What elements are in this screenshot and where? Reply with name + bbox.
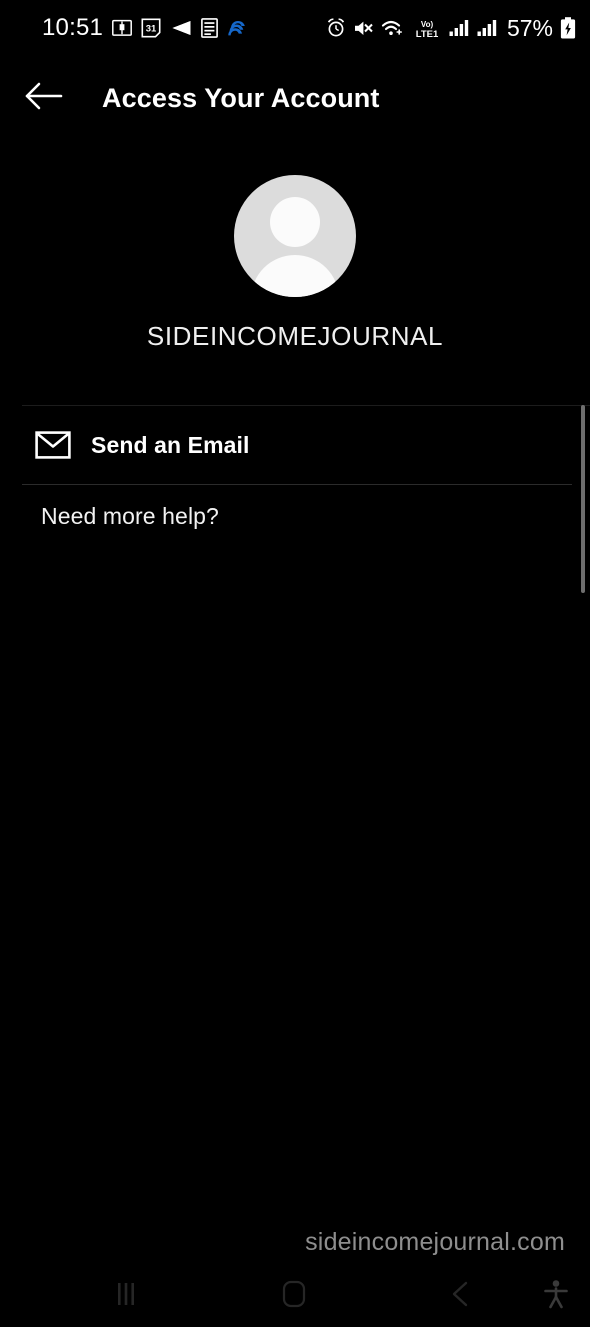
wifi-icon [381, 19, 405, 38]
nav-back-button[interactable] [430, 1265, 492, 1327]
back-arrow-icon [23, 80, 65, 117]
recents-icon [111, 1279, 141, 1314]
avatar-head-shape [270, 197, 320, 247]
nav-accessibility-button[interactable] [525, 1265, 587, 1327]
back-button[interactable] [8, 63, 80, 135]
page-title: Access Your Account [102, 83, 380, 113]
status-bar-left: 10:51 31 [42, 16, 248, 40]
accessibility-icon [541, 1278, 571, 1315]
battery-percent-label: 57% [506, 14, 553, 41]
rewind-notification-icon [170, 19, 192, 37]
profile-section: SIDEINCOMEJOURNAL [0, 175, 590, 352]
need-more-help-row[interactable]: Need more help? [0, 485, 590, 547]
status-bar: 10:51 31 Vo) LTE1 57% [0, 0, 590, 56]
svg-text:31: 31 [146, 24, 157, 35]
home-icon [277, 1277, 311, 1316]
signal-bars-sim1-icon [449, 19, 470, 37]
status-bar-right: Vo) LTE1 57% [326, 14, 576, 41]
calendar-31-icon: 31 [141, 18, 161, 38]
avatar-body-shape [251, 255, 339, 297]
book-notification-icon [112, 19, 133, 37]
cloud-app-icon [227, 19, 248, 38]
battery-icon [560, 17, 576, 39]
avatar [234, 175, 356, 297]
svg-text:Vo): Vo) [421, 20, 434, 29]
scrollbar-thumb[interactable] [581, 405, 585, 593]
document-notification-icon [201, 18, 218, 38]
need-more-help-label: Need more help? [41, 502, 219, 529]
chevron-left-icon [446, 1278, 476, 1315]
nav-home-button[interactable] [263, 1265, 325, 1327]
signal-bars-sim2-icon [477, 19, 498, 37]
nav-recents-button[interactable] [95, 1265, 157, 1327]
svg-text:LTE1: LTE1 [416, 29, 439, 39]
system-navigation-bar [0, 1265, 590, 1327]
site-watermark: sideincomejournal.com [305, 1228, 565, 1256]
send-an-email-label: Send an Email [91, 431, 250, 458]
envelope-icon [33, 425, 73, 465]
status-clock: 10:51 [42, 14, 104, 41]
account-username: SIDEINCOMEJOURNAL [146, 321, 444, 351]
scrollbar-track[interactable] [581, 150, 588, 1240]
volte-lte1-icon: Vo) LTE1 [412, 18, 442, 39]
alarm-icon [326, 18, 346, 38]
mute-icon [353, 19, 374, 38]
app-header: Access Your Account [0, 56, 590, 141]
send-an-email-row[interactable]: Send an Email [0, 406, 590, 484]
